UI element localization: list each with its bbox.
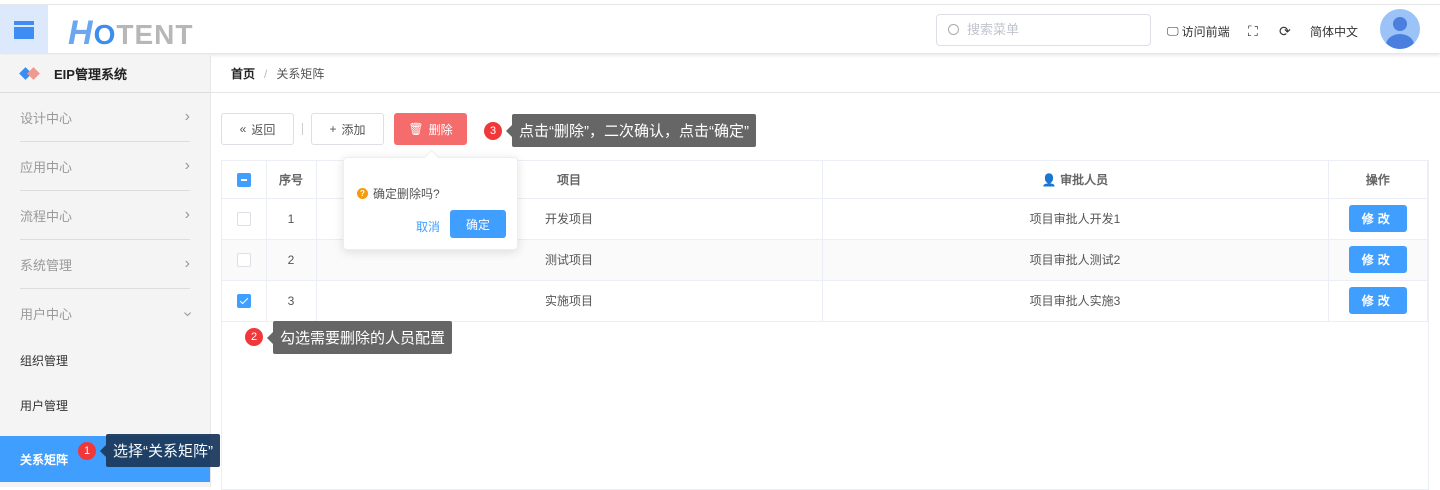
breadcrumb: 首页 / 关系矩阵 [211, 55, 1440, 93]
window-icon [14, 20, 34, 39]
chevron-right-icon: › [184, 255, 190, 272]
sidebar: EIP管理系统 设计中心 › 应用中心 › 流程中心 › 系统管理 › 用户中心 › 组织… [0, 55, 211, 487]
step-badge-1: 1 [78, 442, 96, 460]
refresh-icon[interactable]: ⟳ [1279, 23, 1291, 40]
double-left-icon: « [239, 122, 247, 136]
edit-button[interactable]: 修改 [1348, 246, 1407, 273]
visit-frontend-link[interactable]: 🖵 访问前端 [1167, 23, 1230, 40]
search-input[interactable]: 搜索菜单 [936, 14, 1151, 46]
fullscreen-icon[interactable]: ⛶ [1248, 23, 1258, 40]
divider [302, 123, 303, 135]
sidebar-item-org[interactable]: 组织管理 [0, 338, 210, 383]
logo: HOTENT [68, 14, 194, 52]
annotation-tip-3: 点击“删除”，二次确认，点击“确定” [506, 114, 756, 147]
sidebar-group-flow[interactable]: 流程中心 › [20, 191, 190, 240]
sidebar-group-system[interactable]: 系统管理 › [20, 240, 190, 289]
system-logo-icon [20, 68, 42, 80]
back-button[interactable]: «返回 [221, 113, 294, 145]
chevron-right-icon: › [184, 108, 190, 125]
question-icon: ? [357, 188, 368, 199]
sidebar-group-user[interactable]: 用户中心 › [20, 289, 196, 338]
delete-button[interactable]: 🗑 删除 [394, 113, 467, 145]
chevron-right-icon: › [184, 206, 190, 223]
menu-toggle-button[interactable] [0, 5, 48, 54]
annotation-tip-1: 选择“关系矩阵” [100, 434, 220, 467]
annotation-tip-2: 勾选需要删除的人员配置 [266, 321, 453, 354]
row-checkbox[interactable] [236, 293, 251, 308]
delete-popconfirm: ? 确定删除吗? 取消 确定 [343, 157, 518, 250]
cancel-button[interactable]: 取消 [416, 218, 440, 235]
plus-icon: + [329, 122, 337, 136]
language-switch[interactable]: 简体中文 [1310, 23, 1358, 40]
step-badge-3: 3 [484, 122, 502, 140]
sidebar-group-design[interactable]: 设计中心 › [20, 93, 190, 142]
confirm-button[interactable]: 确定 [450, 210, 506, 238]
search-icon [948, 24, 959, 35]
table-row: 3 实施项目 项目审批人实施3 修改 [222, 280, 1428, 322]
step-badge-2: 2 [245, 328, 263, 346]
edit-button[interactable]: 修改 [1348, 287, 1407, 314]
avatar[interactable] [1380, 9, 1420, 49]
sidebar-item-user[interactable]: 用户管理 [0, 383, 210, 428]
row-checkbox[interactable] [236, 252, 251, 267]
breadcrumb-home[interactable]: 首页 [231, 65, 255, 82]
user-icon: 👤 [1041, 172, 1057, 187]
top-bar: HOTENT 搜索菜单 🖵 访问前端 ⛶ ⟳ 简体中文 [0, 5, 1440, 54]
add-button[interactable]: + 添加 [311, 113, 384, 145]
chevron-right-icon: › [184, 157, 190, 174]
chevron-down-icon: › [179, 310, 197, 317]
select-all-checkbox[interactable] [236, 172, 251, 187]
monitor-icon: 🖵 [1167, 24, 1179, 38]
trash-icon: 🗑 [408, 122, 424, 136]
row-checkbox[interactable] [236, 211, 251, 226]
sidebar-group-app[interactable]: 应用中心 › [20, 142, 190, 191]
edit-button[interactable]: 修改 [1348, 205, 1407, 232]
system-title: EIP管理系统 [0, 55, 210, 93]
